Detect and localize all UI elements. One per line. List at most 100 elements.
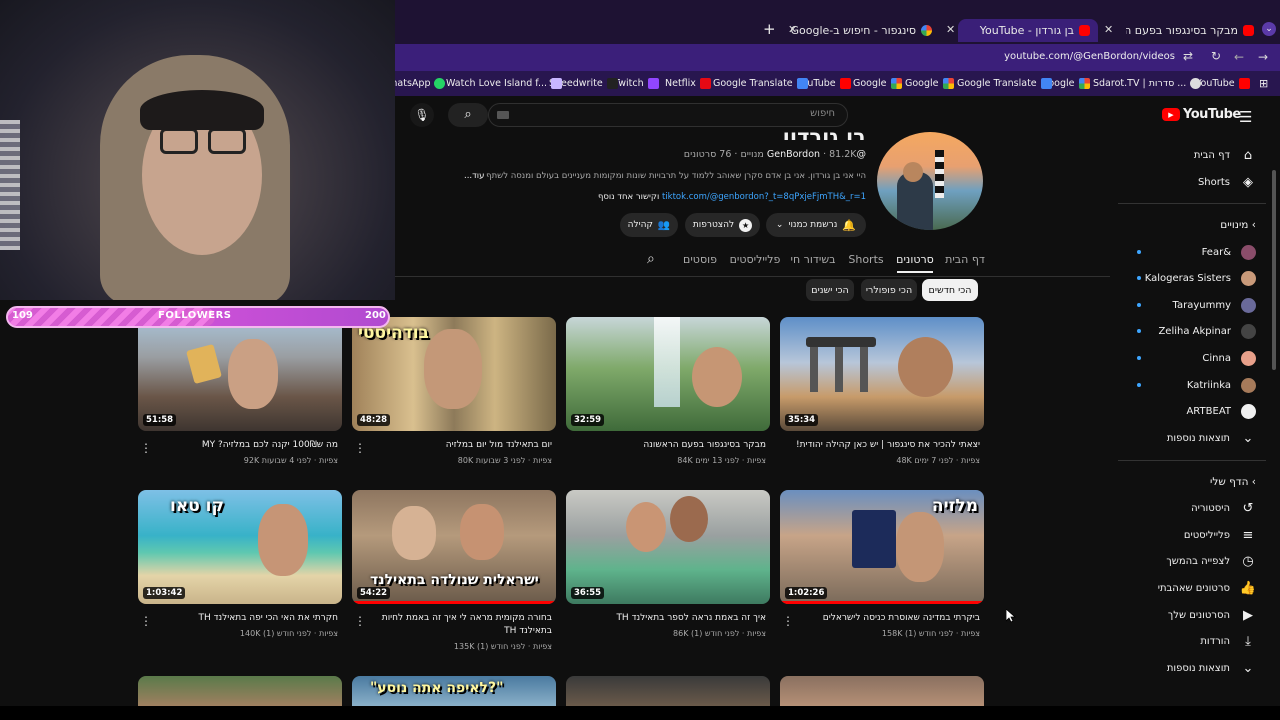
bookmark-item[interactable]: Google	[905, 75, 954, 92]
voice-search-button[interactable]: 🎙	[410, 103, 434, 127]
tab-shorts[interactable]: Shorts	[846, 253, 886, 266]
bookmark-item[interactable]: Google	[853, 75, 902, 92]
video-thumbnail[interactable]: קו טאו 1:03:42	[138, 490, 342, 604]
bookmark-item[interactable]: Google Translate	[713, 75, 808, 92]
join-button[interactable]: להצטרפות ★	[685, 213, 760, 237]
channel-avatar[interactable]	[877, 132, 983, 230]
close-tab-icon[interactable]: ✕	[1104, 23, 1113, 36]
bookmark-item[interactable]: Watch Love Island f...	[446, 75, 563, 92]
close-tab-icon[interactable]: ✕	[788, 23, 797, 36]
chip-newest[interactable]: הכי חדשים	[922, 279, 978, 301]
video-card[interactable]: מלזיה 1:02:26 ביקרתי במדינה שאוסרת כניסה…	[780, 490, 984, 658]
site-settings-icon[interactable]: ⇄	[1183, 49, 1193, 63]
video-thumbnail[interactable]	[566, 676, 770, 706]
sidebar-item-downloads[interactable]: הורדות ⤓	[1140, 630, 1256, 652]
video-title[interactable]: בחורה מקומית מראה לי איך זה באמת לחיות ב…	[360, 612, 552, 638]
sidebar-item-playlists[interactable]: פלייליסטים ≡	[1140, 524, 1256, 546]
video-thumbnail[interactable]	[780, 676, 984, 706]
bookmark-item[interactable]: Sdarot.TV | סדרות ...	[1093, 75, 1202, 92]
more-actions-icon[interactable]: ⋮	[140, 441, 152, 455]
back-icon[interactable]: →	[1258, 50, 1268, 64]
sidebar-item-shorts[interactable]: Shorts ◈	[1140, 171, 1256, 193]
translate-icon	[796, 78, 808, 89]
video-card[interactable]: 32:59 מבקר בסינגפור בפעם הראשונה 84K צפי…	[566, 317, 770, 477]
video-thumbnail[interactable]: 32:59	[566, 317, 770, 431]
chip-oldest[interactable]: הכי ישנים	[806, 279, 854, 301]
apps-icon[interactable]: ⊞	[1259, 75, 1268, 92]
channel-search-icon[interactable]: ⌕	[647, 251, 655, 267]
video-card[interactable]: בודהיסטי 48:28 יום בתאילנד מול יום במלזי…	[352, 317, 556, 477]
youtube-logo[interactable]: ▶ YouTube	[1162, 107, 1241, 122]
video-title[interactable]: איך זה באמת נראה לספר בתאילנד TH	[574, 612, 766, 625]
sidebar-sub-item[interactable]: Kalogeras Sisters	[1140, 267, 1256, 289]
browser-tab[interactable]: מבקר בסינגפור בפעם הראשונה	[1120, 19, 1260, 42]
community-button[interactable]: קהילה 👥	[620, 213, 678, 237]
video-title[interactable]: מבקר בסינגפור בפעם הראשונה	[574, 439, 766, 452]
video-thumbnail[interactable]: ישראלית שנולדה בתאילנד 54:22	[352, 490, 556, 604]
video-card[interactable]: ישראלית שנולדה בתאילנד 54:22 בחורה מקומי…	[352, 490, 556, 658]
video-thumbnail[interactable]: 51:58	[138, 317, 342, 431]
tab-videos[interactable]: סרטונים	[894, 253, 936, 266]
tab-search-icon[interactable]: ⌄	[1262, 22, 1276, 36]
video-card[interactable]: 51:58 מה ש100₪ יקנה לכם במלזיה? MY 92K צ…	[138, 317, 342, 477]
video-thumbnail[interactable]: "לאיפה אתה נוסע?"	[352, 676, 556, 706]
tab-live[interactable]: בשידור חי	[790, 253, 836, 266]
chip-popular[interactable]: הכי פופולרי	[861, 279, 917, 301]
sidebar-sub-item[interactable]: Fear&	[1140, 241, 1256, 263]
video-card[interactable]: קו טאו 1:03:42 חקרתי את האי הכי יפה בתאי…	[138, 490, 342, 658]
sidebar-sub-item[interactable]: Zeliha Akpinar	[1140, 320, 1256, 342]
browser-tab[interactable]: סינגפור - חיפוש ב-Google	[790, 19, 940, 42]
video-thumbnail[interactable]: מלזיה 1:02:26	[780, 490, 984, 604]
channel-description[interactable]: היי אני בן גורדון. אני בן אדם סקרן שאוהב…	[466, 171, 866, 184]
close-tab-icon[interactable]: ✕	[946, 23, 955, 36]
bookmark-item[interactable]: Netflix	[665, 75, 711, 92]
url-field[interactable]: youtube.com/@GenBordon/videos	[960, 51, 1175, 62]
reload-icon[interactable]: ↻	[1211, 49, 1221, 63]
tab-posts[interactable]: פוסטים	[682, 253, 718, 266]
show-more-button[interactable]: תוצאות נוספות ⌄	[1140, 427, 1256, 449]
sidebar-sub-item[interactable]: Katriinka	[1140, 374, 1256, 396]
sidebar-item-watch-later[interactable]: לצפייה בהמשך ◷	[1140, 550, 1256, 572]
keyboard-icon[interactable]	[497, 111, 509, 119]
new-tab-button[interactable]: +	[763, 20, 776, 38]
video-card[interactable]: 35:34 יצאתי להכיר את סינגפור | יש כאן קה…	[780, 317, 984, 477]
sidebar-sub-item[interactable]: ARTBEAT	[1140, 400, 1256, 422]
video-thumbnail[interactable]: 35:34	[780, 317, 984, 431]
channel-link[interactable]: tiktok.com/@genbordon?_t=8qPxjeFjmTH&_r=…	[662, 192, 866, 202]
menu-icon[interactable]: ☰	[1239, 108, 1252, 126]
sidebar-sub-item[interactable]: Tarayummy	[1140, 294, 1256, 316]
bookmark-item[interactable]: Twitch	[614, 75, 659, 92]
more-actions-icon[interactable]: ⋮	[354, 441, 366, 455]
more-links[interactable]: וקישור אחד נוסף	[598, 192, 659, 202]
more-actions-icon[interactable]: ⋮	[354, 614, 366, 628]
search-button[interactable]: ⌕	[448, 103, 488, 127]
tab-home[interactable]: דף הבית	[944, 253, 986, 266]
show-more-button[interactable]: תוצאות נוספות ⌄	[1140, 657, 1256, 679]
video-title[interactable]: חקרתי את האי הכי יפה בתאילנד TH	[146, 612, 339, 625]
more-actions-icon[interactable]: ⋮	[782, 614, 794, 628]
video-title[interactable]: מה ש100₪ יקנה לכם במלזיה? MY	[146, 439, 338, 452]
video-title[interactable]: ביקרתי במדינה שאוסרת כניסה לישראלים	[788, 612, 980, 625]
subscriptions-header[interactable]: מינויים ‹	[1140, 219, 1256, 231]
sidebar-scrollbar[interactable]	[1272, 170, 1276, 370]
video-thumbnail[interactable]	[138, 676, 342, 706]
sidebar-item-home[interactable]: דף הבית ⌂	[1140, 144, 1256, 166]
video-title[interactable]: יום בתאילנד מול יום במלזיה	[360, 439, 552, 452]
sidebar-item-your-videos[interactable]: הסרטונים שלך ▶	[1140, 604, 1256, 626]
tab-playlists[interactable]: פלייליסטים	[728, 253, 782, 266]
video-thumbnail[interactable]: 36:55	[566, 490, 770, 604]
sidebar-item-liked[interactable]: סרטונים שאהבתי 👍	[1140, 577, 1256, 599]
bookmark-item[interactable]: YouTube	[1196, 75, 1250, 92]
video-title[interactable]: יצאתי להכיר את סינגפור | יש כאן קהילה יה…	[788, 439, 980, 452]
browser-tab-active[interactable]: בן גורדון - YouTube	[958, 19, 1098, 42]
more-actions-icon[interactable]: ⋮	[140, 614, 152, 628]
video-thumbnail[interactable]: בודהיסטי 48:28	[352, 317, 556, 431]
video-card[interactable]: 36:55 איך זה באמת נראה לספר בתאילנד TH 8…	[566, 490, 770, 658]
subscribed-button[interactable]: ⌄ נרשמת כמנוי 🔔	[766, 213, 866, 237]
sidebar-item-history[interactable]: היסטוריה ↺	[1140, 497, 1256, 519]
description-more-link[interactable]: ...עוד	[464, 171, 484, 181]
you-header[interactable]: הדף שלי ‹	[1140, 476, 1256, 488]
forward-icon[interactable]: ←	[1234, 50, 1244, 64]
bookmark-item[interactable]: Google Translate	[957, 75, 1052, 92]
sidebar-sub-item[interactable]: Cinna	[1140, 347, 1256, 369]
